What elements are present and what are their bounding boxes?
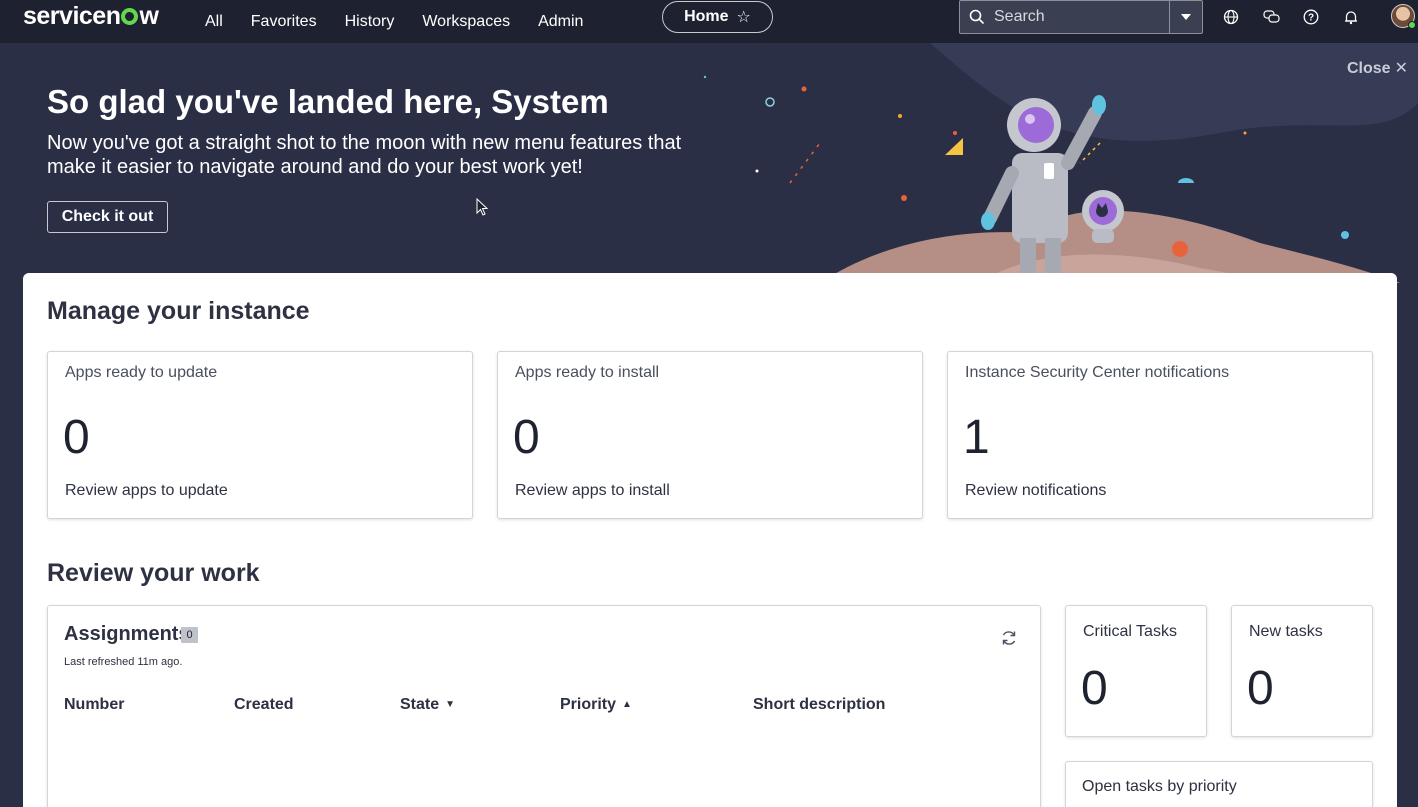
globe-icon[interactable] xyxy=(1222,8,1240,26)
apps-update-tile[interactable]: Apps ready to update 0 Review apps to up… xyxy=(47,351,473,519)
star-icon[interactable]: ☆ xyxy=(737,7,751,27)
column-header-created[interactable]: Created xyxy=(234,696,294,714)
search-input[interactable] xyxy=(994,8,1164,26)
home-pill-button[interactable]: Home ☆ xyxy=(662,1,773,33)
assignments-panel: Assignments 0 Last refreshed 11m ago. Nu… xyxy=(47,605,1041,807)
column-header-state[interactable]: State ▼ xyxy=(400,696,455,714)
check-it-out-button[interactable]: Check it out xyxy=(47,201,168,233)
chevron-down-icon xyxy=(1181,14,1191,20)
assignments-title: Assignments xyxy=(64,623,190,645)
open-tasks-by-priority-tile[interactable]: Open tasks by priority xyxy=(1065,761,1373,807)
security-notifications-tile[interactable]: Instance Security Center notifications 1… xyxy=(947,351,1373,519)
nav-item-favorites[interactable]: Favorites xyxy=(251,13,317,31)
close-label: Close xyxy=(1347,60,1391,77)
close-icon: ✕ xyxy=(1394,60,1408,77)
bell-icon[interactable] xyxy=(1342,8,1360,26)
tile-count: 0 xyxy=(513,411,540,464)
nav-item-workspaces[interactable]: Workspaces xyxy=(422,13,510,31)
assignments-count-badge: 0 xyxy=(181,627,198,643)
tile-link[interactable]: Review apps to update xyxy=(65,482,228,500)
column-header-priority[interactable]: Priority ▲ xyxy=(560,696,632,714)
column-header-number[interactable]: Number xyxy=(64,696,124,714)
tile-count: 0 xyxy=(1081,662,1108,715)
banner-title: So glad you've landed here, System xyxy=(47,83,609,120)
tile-title: New tasks xyxy=(1249,623,1323,640)
column-label: State xyxy=(400,696,440,713)
sort-up-icon: ▲ xyxy=(622,699,632,710)
tile-count: 1 xyxy=(963,411,990,464)
nav-item-history[interactable]: History xyxy=(345,13,395,31)
nav-item-all[interactable]: All xyxy=(205,13,223,31)
banner-subtitle: Now you've got a straight shot to the mo… xyxy=(47,132,682,178)
critical-tasks-tile[interactable]: Critical Tasks 0 xyxy=(1065,605,1207,737)
tile-title: Open tasks by priority xyxy=(1082,778,1237,795)
tile-title: Critical Tasks xyxy=(1083,623,1177,640)
chat-icon[interactable] xyxy=(1262,8,1280,26)
manage-instance-heading: Manage your instance xyxy=(47,297,310,325)
tile-link[interactable]: Review apps to install xyxy=(515,482,670,500)
search-scope-dropdown[interactable] xyxy=(1169,1,1202,33)
home-label: Home xyxy=(684,8,729,25)
mouse-cursor-icon xyxy=(476,198,488,216)
top-nav: servicen w All Favorites History Workspac… xyxy=(0,0,1418,43)
apps-install-tile[interactable]: Apps ready to install 0 Review apps to i… xyxy=(497,351,923,519)
astronaut-illustration xyxy=(703,43,1418,283)
review-work-heading: Review your work xyxy=(47,559,260,587)
column-label: Priority xyxy=(560,696,617,713)
tile-title: Apps ready to install xyxy=(515,364,660,381)
column-header-short-description[interactable]: Short description xyxy=(753,696,885,714)
tile-title: Instance Security Center notifications xyxy=(965,364,1230,381)
svg-text:?: ? xyxy=(1308,13,1314,24)
tile-count: 0 xyxy=(1247,662,1274,715)
new-tasks-tile[interactable]: New tasks 0 xyxy=(1231,605,1373,737)
tile-title: Apps ready to update xyxy=(65,364,218,381)
refresh-icon[interactable] xyxy=(1000,629,1018,647)
last-refreshed-text: Last refreshed 11m ago. xyxy=(64,656,183,668)
close-banner-button[interactable]: Close ✕ xyxy=(1347,58,1408,78)
sort-down-icon: ▼ xyxy=(445,699,456,710)
tile-count: 0 xyxy=(63,411,90,464)
tile-link[interactable]: Review notifications xyxy=(965,482,1106,500)
nav-item-admin[interactable]: Admin xyxy=(538,13,583,31)
welcome-banner: So glad you've landed here, System Now y… xyxy=(0,43,1418,283)
search-icon xyxy=(960,9,994,25)
main-content-card: Manage your instance Apps ready to updat… xyxy=(23,273,1397,807)
servicenow-logo[interactable]: servicen w xyxy=(23,2,159,31)
nav-menu: All Favorites History Workspaces Admin xyxy=(205,0,611,43)
online-status-dot xyxy=(1408,21,1416,29)
search-box xyxy=(959,0,1203,34)
help-icon[interactable]: ? xyxy=(1302,8,1320,26)
